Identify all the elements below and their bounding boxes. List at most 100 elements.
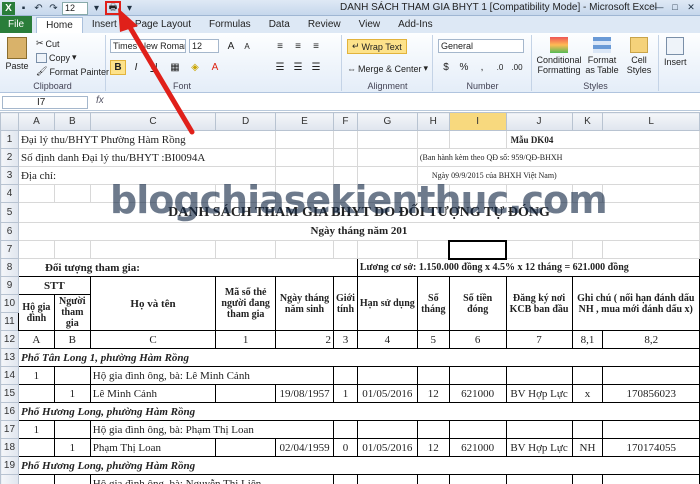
table-cell[interactable]: 01/05/2016 xyxy=(356,384,418,403)
table-cell[interactable]: BV Hợp Lực xyxy=(505,384,573,403)
header-ngay-sinh[interactable]: Ngày tháng năm sinh xyxy=(275,276,334,331)
cell-a3[interactable]: Địa chỉ: xyxy=(17,166,277,185)
table-cell[interactable]: 01/05/2016 xyxy=(356,438,418,457)
close-icon[interactable]: ✕ xyxy=(684,1,698,13)
row-header[interactable]: 16 xyxy=(0,402,19,421)
index-cell[interactable]: B xyxy=(53,330,91,349)
align-right-icon[interactable]: ☰ xyxy=(308,60,324,75)
name-box[interactable]: I7 xyxy=(2,96,88,109)
street-heading[interactable]: Phố Hương Long, phường Hàm Rồng xyxy=(17,402,700,421)
fill-color-icon[interactable]: ◈ xyxy=(187,60,203,75)
copy-button[interactable]: Copy ▾ xyxy=(36,52,77,63)
cut-button[interactable]: ✂ Cut xyxy=(36,38,60,49)
font-color-icon[interactable]: A xyxy=(207,60,223,75)
index-cell[interactable]: 8,2 xyxy=(602,330,700,349)
index-cell[interactable]: 3 xyxy=(333,330,358,349)
row-header[interactable]: 18 xyxy=(0,438,19,457)
italic-button[interactable]: I xyxy=(128,60,144,75)
header-ho-ten[interactable]: Họ và tên xyxy=(89,276,217,331)
row-header[interactable]: 12 xyxy=(0,330,19,349)
maximize-icon[interactable]: □ xyxy=(668,1,682,13)
index-cell[interactable]: 7 xyxy=(505,330,573,349)
row-header[interactable]: 1 xyxy=(0,130,19,149)
table-cell[interactable]: 621000 xyxy=(448,384,507,403)
column-header[interactable]: D xyxy=(215,112,277,131)
header-ghi-chu[interactable]: Ghi chú ( nối hạn đánh dấu NH , mua mới … xyxy=(571,276,700,331)
cell-styles-button[interactable]: Cell Styles xyxy=(623,37,655,75)
table-cell[interactable]: 170856023 xyxy=(602,384,700,403)
street-heading[interactable]: Phố Tân Long 1, phường Hàm Rồng xyxy=(17,348,700,367)
table-cell[interactable] xyxy=(17,438,55,457)
row-header[interactable]: 8 xyxy=(0,258,19,277)
minimize-icon[interactable]: — xyxy=(652,1,666,13)
font-size-select[interactable]: 12 xyxy=(189,39,219,53)
number-format-select[interactable]: General xyxy=(438,39,524,53)
qat-font-size[interactable]: 12 xyxy=(62,1,88,15)
save-icon[interactable]: ▪ xyxy=(17,2,30,15)
row-header[interactable]: 10 xyxy=(0,294,19,313)
table-cell[interactable]: 170174055 xyxy=(602,438,700,457)
tab-review[interactable]: Review xyxy=(299,17,350,33)
tab-home[interactable]: Home xyxy=(36,17,83,33)
align-top-icon[interactable]: ≡ xyxy=(272,39,288,54)
align-center-icon[interactable]: ☰ xyxy=(290,60,306,75)
select-all-corner[interactable] xyxy=(0,112,19,131)
table-cell[interactable]: 12 xyxy=(416,438,450,457)
row-header[interactable]: 6 xyxy=(0,222,19,241)
header-ma-so[interactable]: Mã số thẻ người đang tham gia xyxy=(215,276,277,331)
merge-center-button[interactable]: ⇔ Merge & Center ▾ xyxy=(347,63,428,74)
align-middle-icon[interactable]: ≡ xyxy=(290,39,306,54)
comma-icon[interactable]: , xyxy=(474,60,490,75)
sheet-title[interactable]: DANH SÁCH THAM GIA BHYT DO ĐỐI TƯỢNG TỰ … xyxy=(17,202,700,223)
increase-decimal-icon[interactable]: .0 xyxy=(492,60,508,75)
tab-page-layout[interactable]: Page Layout xyxy=(126,17,200,33)
index-cell[interactable]: 8,1 xyxy=(571,330,604,349)
column-header[interactable]: F xyxy=(333,112,358,131)
household-no[interactable]: 1 xyxy=(17,366,55,385)
conditional-formatting-button[interactable]: Conditional Formatting xyxy=(536,37,582,75)
row-header[interactable] xyxy=(0,474,19,484)
row-header[interactable]: 3 xyxy=(0,166,19,185)
tab-data[interactable]: Data xyxy=(260,17,299,33)
insert-cells-button[interactable]: Insert xyxy=(664,37,687,67)
index-cell[interactable]: 5 xyxy=(416,330,450,349)
print-preview-icon[interactable]: 🖶 xyxy=(105,1,121,15)
percent-icon[interactable]: % xyxy=(456,60,472,75)
row-header[interactable]: 7 xyxy=(0,240,19,259)
column-header[interactable]: K xyxy=(571,112,604,131)
column-header[interactable]: B xyxy=(53,112,91,131)
paste-button[interactable]: Paste xyxy=(4,37,30,71)
household-title[interactable]: Hộ gia đình ông, bà: Lê Minh Cảnh xyxy=(89,366,335,385)
street-heading[interactable]: Phố Hương Long, phường Hàm Rồng xyxy=(17,456,700,475)
header-so-thang[interactable]: Số tháng xyxy=(416,276,450,331)
column-header[interactable]: E xyxy=(275,112,334,131)
font-name-select[interactable]: Times New Roman xyxy=(110,39,186,53)
align-bottom-icon[interactable]: ≡ xyxy=(308,39,324,54)
table-cell[interactable] xyxy=(215,438,277,457)
table-cell[interactable]: Phạm Thị Loan xyxy=(89,438,217,457)
tab-insert[interactable]: Insert xyxy=(83,17,126,33)
currency-icon[interactable]: $ xyxy=(438,60,454,75)
customize-qat-icon[interactable]: ▾ xyxy=(123,2,136,15)
table-cell[interactable]: 12 xyxy=(416,384,450,403)
undo-icon[interactable]: ↶ xyxy=(32,2,45,15)
column-header[interactable]: A xyxy=(17,112,55,131)
index-cell[interactable]: 2 xyxy=(275,330,334,349)
index-cell[interactable]: A xyxy=(17,330,55,349)
table-cell[interactable]: 1 xyxy=(53,438,91,457)
table-cell[interactable]: 1 xyxy=(53,384,91,403)
header-stt[interactable]: STT xyxy=(17,276,91,295)
borders-icon[interactable]: ▦ xyxy=(167,60,183,75)
decrease-decimal-icon[interactable]: .00 xyxy=(509,60,525,75)
table-cell[interactable]: 621000 xyxy=(448,438,507,457)
row-header[interactable]: 13 xyxy=(0,348,19,367)
date-line[interactable]: Ngày tháng năm 201 xyxy=(17,222,700,241)
index-cell[interactable]: C xyxy=(89,330,217,349)
bold-button[interactable]: B xyxy=(110,60,126,75)
decrease-font-icon[interactable]: A xyxy=(239,39,255,54)
fx-button[interactable]: fx xyxy=(96,95,104,106)
cell-i2[interactable]: (Ban hành kèm theo QĐ số: 959/QĐ-BHXH xyxy=(416,148,700,167)
header-ho-gia-dinh[interactable]: Hộ gia đình xyxy=(17,294,55,331)
column-header[interactable]: H xyxy=(416,112,450,131)
table-cell[interactable]: 02/04/1959 xyxy=(275,438,334,457)
